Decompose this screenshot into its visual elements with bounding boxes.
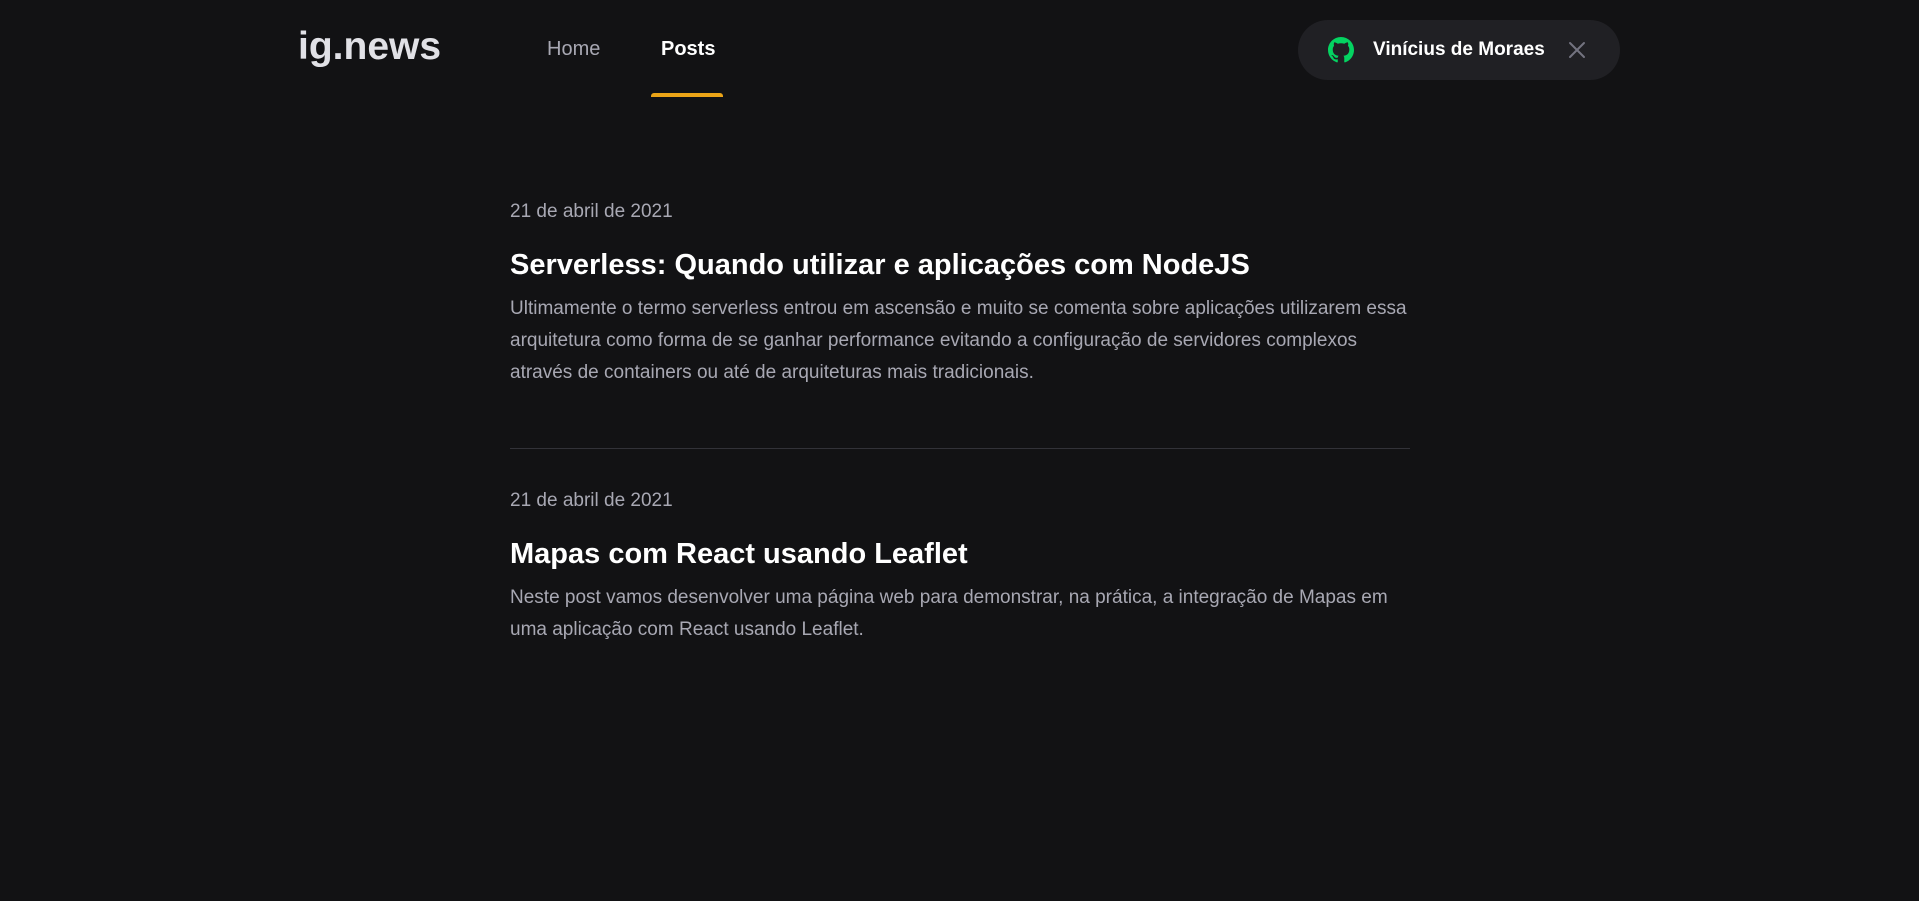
site-header: ig.news Home Posts Vinícius de Moraes xyxy=(0,0,1919,100)
post-excerpt: Neste post vamos desenvolver uma página … xyxy=(510,587,1388,640)
nav-link-home[interactable]: Home xyxy=(547,38,600,61)
post-title[interactable]: Serverless: Quando utilizar e aplicações… xyxy=(510,247,1410,283)
user-signout-button[interactable]: Vinícius de Moraes xyxy=(1298,20,1620,80)
post-excerpt: Ultimamente o termo serverless entrou em… xyxy=(510,298,1407,383)
post-date: 21 de abril de 2021 xyxy=(510,490,673,511)
post-item[interactable]: 21 de abril de 2021 Serverless: Quando u… xyxy=(510,160,1410,448)
close-icon[interactable] xyxy=(1568,41,1586,59)
nav-link-posts[interactable]: Posts xyxy=(661,38,715,61)
github-icon xyxy=(1328,37,1354,63)
post-date: 21 de abril de 2021 xyxy=(510,201,673,222)
post-title[interactable]: Mapas com React usando Leaflet xyxy=(510,536,1410,572)
site-logo[interactable]: ig.news xyxy=(298,25,441,69)
user-name: Vinícius de Moraes xyxy=(1373,39,1545,60)
posts-list: 21 de abril de 2021 Serverless: Quando u… xyxy=(510,160,1410,705)
post-item[interactable]: 21 de abril de 2021 Mapas com React usan… xyxy=(510,448,1410,705)
active-nav-indicator xyxy=(651,93,723,97)
